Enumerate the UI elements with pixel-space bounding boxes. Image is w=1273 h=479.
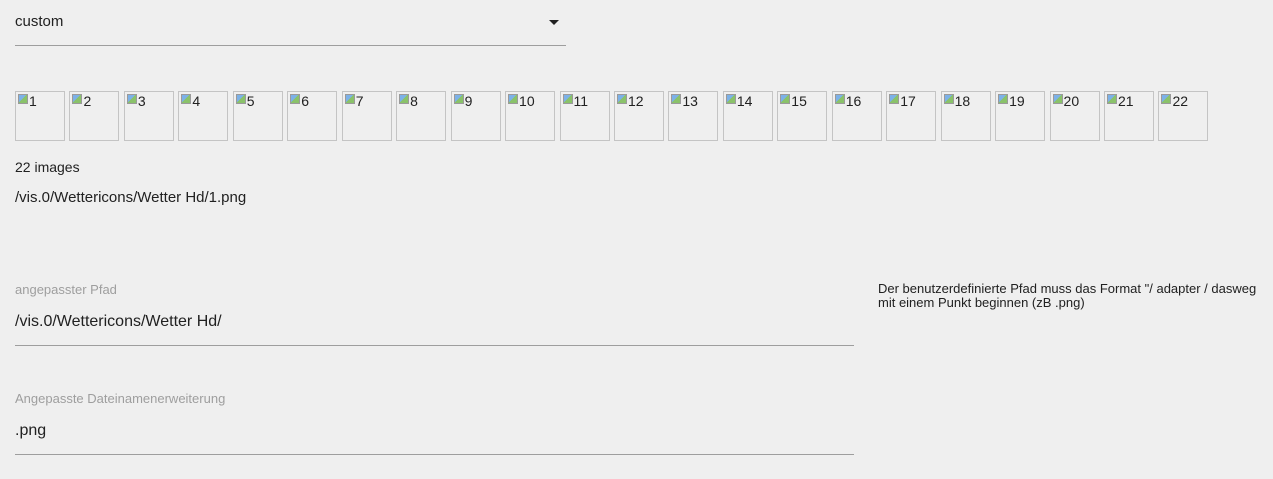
icon-set-select-value: custom — [15, 13, 64, 30]
image-thumbnail-alt-text: 21 — [1118, 93, 1134, 109]
image-thumbnail[interactable]: 10 — [505, 91, 556, 141]
image-thumbnail-alt-text: 17 — [900, 93, 916, 109]
image-thumbnail-alt-text: 11 — [573, 93, 589, 109]
image-thumbnail-alt-text: 16 — [845, 93, 862, 109]
broken-image-icon — [453, 94, 464, 104]
broken-image-icon — [780, 94, 791, 104]
image-thumbnail-alt-text: 18 — [954, 93, 971, 109]
broken-image-icon — [508, 94, 519, 104]
image-thumbnail-alt-text: 3 — [137, 93, 146, 109]
image-thumbnail-alt-text: 9 — [464, 93, 473, 109]
image-thumbnail[interactable]: 9 — [450, 91, 501, 141]
broken-image-icon — [998, 94, 1009, 104]
file-extension-input[interactable] — [15, 422, 854, 440]
image-thumbnail-alt-text: 10 — [519, 93, 535, 109]
broken-image-icon — [181, 94, 192, 104]
broken-image-icon — [671, 94, 682, 104]
broken-image-icon — [126, 94, 137, 104]
broken-image-icon — [943, 94, 954, 104]
image-thumbnail[interactable]: 1 — [15, 91, 65, 141]
image-thumbnail-alt-text: 12 — [627, 93, 644, 109]
image-thumbnail[interactable]: 11 — [559, 91, 610, 141]
image-thumbnail[interactable]: 7 — [341, 91, 392, 141]
broken-image-icon — [1107, 94, 1117, 104]
broken-image-icon — [725, 94, 736, 104]
image-thumbnail[interactable]: 17 — [886, 91, 937, 141]
image-thumbnail[interactable]: 16 — [831, 91, 882, 141]
image-thumbnail[interactable]: 14 — [722, 91, 773, 141]
broken-image-icon — [399, 94, 410, 104]
image-thumbnail[interactable]: 12 — [613, 91, 664, 141]
icon-set-select[interactable]: custom — [15, 0, 566, 46]
custom-path-field: angepasster Pfad — [15, 282, 854, 346]
image-thumbnail-alt-text: 1 — [29, 93, 37, 109]
broken-image-icon — [72, 94, 83, 104]
image-count: 22 images — [15, 159, 80, 175]
image-thumbnail-alt-text: 20 — [1063, 93, 1080, 109]
image-thumbnail-alt-text: 6 — [301, 93, 310, 109]
broken-image-icon — [889, 94, 900, 104]
image-thumbnail[interactable]: 21 — [1104, 91, 1154, 141]
dropdown-arrow-icon[interactable] — [549, 20, 559, 25]
broken-image-icon — [18, 94, 28, 104]
image-thumbnail[interactable]: 6 — [287, 91, 338, 141]
image-thumbnail[interactable]: 15 — [777, 91, 828, 141]
image-thumbnail-alt-text: 19 — [1009, 93, 1025, 109]
image-thumbnail-alt-text: 4 — [192, 93, 201, 109]
file-extension-field: Angepasste Dateinamenerweiterung — [15, 391, 854, 455]
image-thumbnail-alt-text: 2 — [83, 93, 92, 109]
image-thumbnail-alt-text: 5 — [246, 93, 255, 109]
broken-image-icon — [235, 94, 246, 104]
image-thumbnail-alt-text: 13 — [682, 93, 698, 109]
image-thumbnail[interactable]: 20 — [1049, 91, 1100, 141]
image-thumbnail[interactable]: 3 — [123, 91, 174, 141]
broken-image-icon — [1052, 94, 1063, 104]
image-thumbnail-alt-text: 22 — [1172, 93, 1189, 109]
image-thumbnail[interactable]: 18 — [940, 91, 991, 141]
image-thumbnail[interactable]: 5 — [232, 91, 283, 141]
broken-image-icon — [1161, 94, 1172, 104]
image-thumbnail-alt-text: 8 — [410, 93, 418, 109]
image-thumbnail[interactable]: 4 — [178, 91, 229, 141]
custom-path-hint-line1: Der benutzerdefinierte Pfad muss das For… — [878, 281, 1257, 296]
file-extension-label: Angepasste Dateinamenerweiterung — [15, 391, 226, 406]
broken-image-icon — [834, 94, 845, 104]
broken-image-icon — [290, 94, 301, 104]
custom-path-label: angepasster Pfad — [15, 282, 117, 297]
selected-image-path: /vis.0/Wettericons/Wetter Hd/1.png — [15, 189, 247, 206]
image-thumbnail-alt-text: 14 — [736, 93, 753, 109]
broken-image-icon — [344, 94, 355, 104]
custom-path-input[interactable] — [15, 313, 854, 331]
image-thumbnail[interactable]: 2 — [69, 91, 120, 141]
image-thumbnail[interactable]: 8 — [396, 91, 447, 141]
image-thumbnail-alt-text: 7 — [355, 93, 364, 109]
image-thumbnail[interactable]: 22 — [1158, 91, 1209, 141]
image-thumbnail-alt-text: 15 — [791, 93, 807, 109]
broken-image-icon — [616, 94, 627, 104]
image-thumbnail[interactable]: 13 — [668, 91, 719, 141]
image-thumbnail[interactable]: 19 — [995, 91, 1046, 141]
custom-path-hint-line2: mit einem Punkt beginnen (zB .png) — [878, 295, 1085, 310]
broken-image-icon — [562, 94, 573, 104]
custom-path-hint: Der benutzerdefinierte Pfad muss das For… — [878, 282, 1273, 310]
